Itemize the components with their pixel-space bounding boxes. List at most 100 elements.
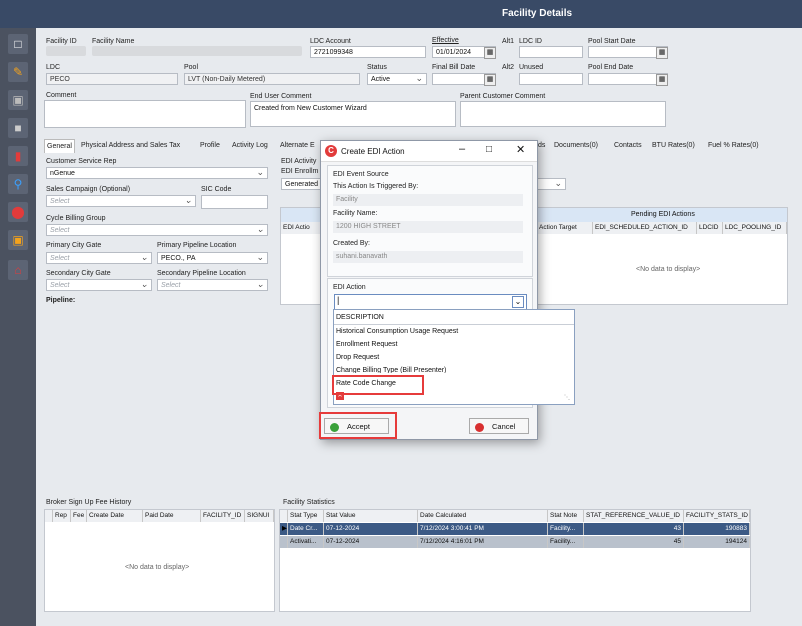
new-document-icon[interactable]: □: [8, 34, 28, 54]
list-item[interactable]: Drop Request: [336, 351, 379, 364]
secondary-pipeline-label: Secondary Pipeline Location: [157, 270, 246, 277]
ldc-id-label: LDC ID: [519, 38, 542, 45]
comment-textarea[interactable]: [44, 100, 246, 128]
ldc-id-field[interactable]: [519, 46, 583, 58]
column-header[interactable]: STAT_REFERENCE_VALUE_ID: [584, 510, 684, 522]
csr-select[interactable]: nGenue: [46, 167, 268, 179]
column-header[interactable]: FACILITY_STATS_ID: [684, 510, 750, 522]
ldc-account-label: LDC Account: [310, 38, 351, 45]
left-toolbar: □ ✎ ▣ ■ ▮ ⚲ ⬤ ▣ ⌂: [0, 28, 36, 626]
sales-campaign-select[interactable]: Select: [46, 195, 196, 207]
column-header[interactable]: Stat Note: [548, 510, 584, 522]
unused-field[interactable]: [519, 73, 583, 85]
column-header[interactable]: EDI_SCHEDULED_ACTION_ID: [593, 222, 697, 234]
pool-field[interactable]: LVT (Non-Daily Metered): [184, 73, 360, 85]
list-item[interactable]: Enrollment Request: [336, 338, 397, 351]
tab-activity-log[interactable]: Activity Log: [232, 139, 268, 152]
tab-physical-address[interactable]: Physical Address and Sales Tax: [81, 139, 180, 152]
tab-contacts[interactable]: Contacts: [614, 139, 642, 152]
column-header[interactable]: [280, 510, 288, 522]
status-select[interactable]: Active: [367, 73, 427, 85]
tab-edi-cards[interactable]: ds: [538, 139, 545, 152]
tab-alternate[interactable]: Alternate E: [280, 139, 315, 152]
cycle-billing-select[interactable]: Select: [46, 224, 268, 236]
list-item[interactable]: DESCRIPTION: [336, 311, 384, 324]
parent-comment-label: Parent Customer Comment: [460, 93, 546, 100]
event-source-label: EDI Event Source: [333, 171, 389, 178]
calendar-icon[interactable]: ▦: [484, 74, 496, 86]
search-zoom-icon[interactable]: ⚲: [8, 174, 28, 194]
column-header[interactable]: Paid Date: [143, 510, 201, 522]
table-cell: Date Cr...: [288, 523, 324, 535]
primary-pipeline-select[interactable]: PECO., PA: [157, 252, 268, 264]
parent-comment-textarea[interactable]: [460, 101, 666, 127]
chevron-down-icon[interactable]: ⌄: [512, 296, 524, 308]
calendar-icon[interactable]: ▦: [656, 47, 668, 59]
pipeline-label: Pipeline:: [46, 297, 76, 304]
column-header[interactable]: Action Target: [537, 222, 593, 234]
save-disk-icon[interactable]: ▣: [8, 90, 28, 110]
column-header[interactable]: Rep: [53, 510, 71, 522]
edi-filter-select[interactable]: [536, 178, 566, 190]
column-header[interactable]: EDI Actio: [281, 222, 321, 234]
eraser-icon[interactable]: ■: [8, 118, 28, 138]
resize-grip-icon[interactable]: ⋱: [564, 394, 570, 401]
table-row[interactable]: Activati... 07-12-2024 7/12/2024 4:16:01…: [280, 536, 750, 548]
end-user-comment-textarea[interactable]: Created from New Customer Wizard: [250, 101, 456, 127]
minimize-icon[interactable]: –: [459, 143, 465, 155]
column-header[interactable]: Fee: [71, 510, 87, 522]
ldc-field[interactable]: PECO: [46, 73, 178, 85]
alt1-label: Alt1: [502, 38, 515, 45]
secondary-city-gate-label: Secondary City Gate: [46, 270, 111, 277]
facility-name-label: Facility Name:: [333, 210, 378, 217]
secondary-city-gate-select[interactable]: Select: [46, 279, 152, 291]
column-header[interactable]: Stat Value: [324, 510, 418, 522]
facility-id-label: Facility ID: [46, 38, 77, 45]
pool-end-label: Pool End Date: [588, 64, 634, 71]
no-data-text: <No data to display>: [125, 564, 190, 571]
sales-campaign-label: Sales Campaign (Optional): [46, 186, 131, 193]
end-user-comment-label: End User Comment: [250, 93, 312, 100]
list-item[interactable]: Historical Consumption Usage Request: [336, 325, 458, 338]
close-icon[interactable]: ✕: [516, 143, 525, 156]
column-header[interactable]: SIGNUI: [245, 510, 274, 522]
column-header[interactable]: FACILITY_ID: [201, 510, 245, 522]
triggered-by-value: Facility: [333, 194, 523, 206]
primary-city-gate-select[interactable]: Select: [46, 252, 152, 264]
facility-id-field[interactable]: [46, 46, 86, 56]
calendar-icon[interactable]: ▦: [656, 74, 668, 86]
org-chart-icon[interactable]: ▣: [8, 230, 28, 250]
column-header[interactable]: LDCID: [697, 222, 723, 234]
final-bill-label: Final Bill Date: [432, 64, 476, 71]
facility-name-field[interactable]: [92, 46, 302, 56]
sic-code-field[interactable]: [201, 195, 268, 209]
toggle-icon[interactable]: ⬤: [8, 202, 28, 222]
table-cell: 43: [584, 523, 684, 535]
delete-trash-icon[interactable]: ▮: [8, 146, 28, 166]
cycle-billing-label: Cycle Billing Group: [46, 215, 106, 222]
tab-profile[interactable]: Profile: [200, 139, 220, 152]
home-network-icon[interactable]: ⌂: [8, 260, 28, 280]
secondary-pipeline-select[interactable]: Select: [157, 279, 268, 291]
table-row[interactable]: ▶ Date Cr... 07-12-2024 7/12/2024 3:00:4…: [280, 523, 750, 535]
tab-general[interactable]: General: [44, 139, 75, 153]
edi-action-combobox[interactable]: | ⌄: [334, 294, 527, 310]
tab-fuel-rates[interactable]: Fuel % Rates(0): [708, 139, 759, 152]
column-header[interactable]: Create Date: [87, 510, 143, 522]
table-cell: 190883: [684, 523, 750, 535]
maximize-icon[interactable]: □: [486, 144, 492, 155]
cancel-button[interactable]: Cancel: [469, 418, 529, 434]
tab-btu-rates[interactable]: BTU Rates(0): [652, 139, 695, 152]
tab-documents[interactable]: Documents(0): [554, 139, 598, 152]
column-header[interactable]: Stat Type: [288, 510, 324, 522]
edi-generated-field[interactable]: Generated: [281, 178, 321, 190]
calendar-icon[interactable]: ▦: [484, 47, 496, 59]
column-header[interactable]: Date Calculated: [418, 510, 548, 522]
primary-pipeline-label: Primary Pipeline Location: [157, 242, 237, 249]
edit-pencil-icon[interactable]: ✎: [8, 62, 28, 82]
ldc-label: LDC: [46, 64, 61, 71]
column-header[interactable]: LDC_POOLING_ID: [723, 222, 787, 234]
ldc-account-field[interactable]: 2721099348: [310, 46, 426, 58]
list-item[interactable]: Change Billing Type (Bill Presenter): [336, 364, 446, 373]
column-header[interactable]: [45, 510, 53, 522]
